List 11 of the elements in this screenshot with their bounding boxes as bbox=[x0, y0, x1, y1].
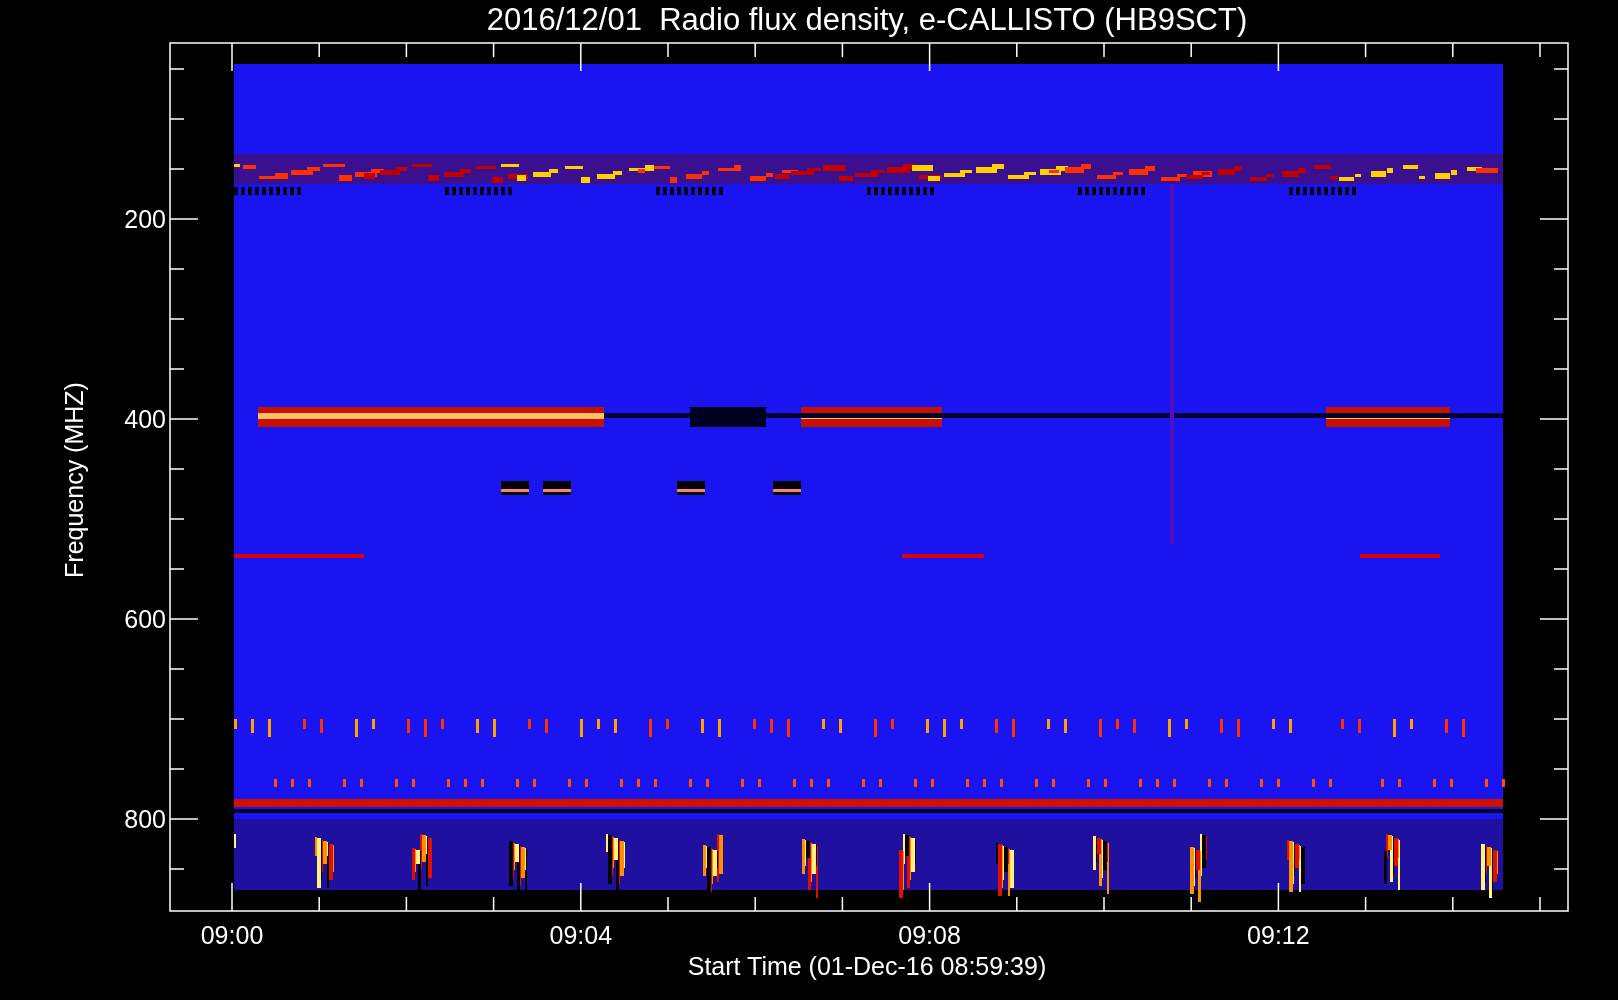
axis-tick-label: 800 bbox=[124, 805, 166, 833]
axis-tick-label: 200 bbox=[124, 205, 166, 233]
axis-tick-label: 09:00 bbox=[200, 921, 264, 949]
axis-tick-label: 600 bbox=[124, 605, 166, 633]
axis-tick-label: 400 bbox=[124, 405, 166, 433]
axis-tick-label: 09:08 bbox=[898, 921, 961, 949]
axis-label: Frequency (MHZ) bbox=[60, 382, 88, 578]
axis-tick-label: 09:12 bbox=[1247, 921, 1310, 949]
axis-tick-label: 09:04 bbox=[549, 921, 613, 949]
axis-label: Start Time (01-Dec-16 08:59:39) bbox=[687, 952, 1047, 980]
chart-title: 2016/12/01 Radio flux density, e-CALLISTO (HB9SCT) bbox=[486, 2, 1248, 37]
